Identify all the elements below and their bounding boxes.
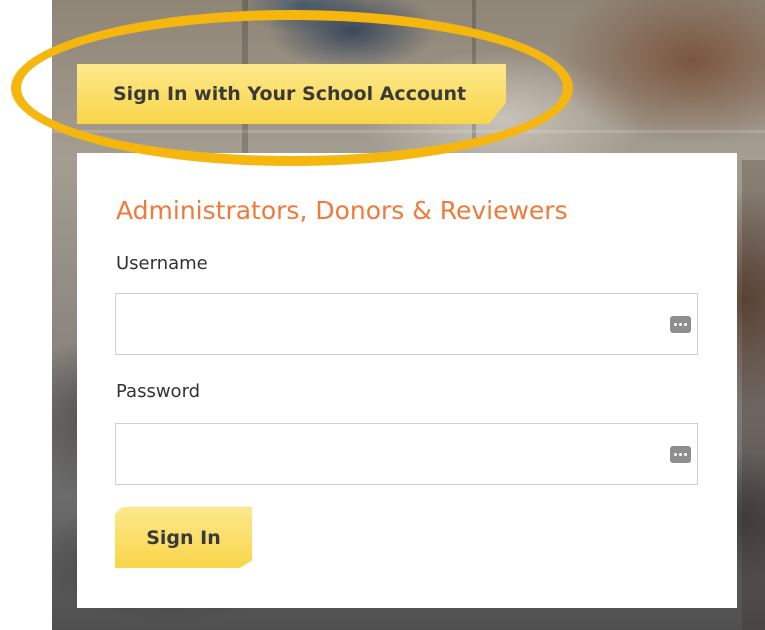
password-input[interactable] bbox=[115, 423, 698, 485]
password-manager-icon[interactable] bbox=[670, 446, 691, 463]
username-label: Username bbox=[116, 253, 208, 274]
login-page: Sign In with Your School Account Adminis… bbox=[0, 0, 765, 630]
sign-in-label: Sign In bbox=[146, 526, 221, 549]
password-label: Password bbox=[116, 381, 201, 402]
panel-heading: Administrators, Donors & Reviewers bbox=[116, 196, 568, 225]
sign-in-button[interactable]: Sign In bbox=[115, 507, 252, 568]
username-input[interactable] bbox=[115, 293, 698, 355]
school-account-signin-label: Sign In with Your School Account bbox=[113, 83, 467, 105]
school-account-signin-button[interactable]: Sign In with Your School Account bbox=[77, 64, 506, 124]
password-manager-icon[interactable] bbox=[670, 316, 691, 333]
